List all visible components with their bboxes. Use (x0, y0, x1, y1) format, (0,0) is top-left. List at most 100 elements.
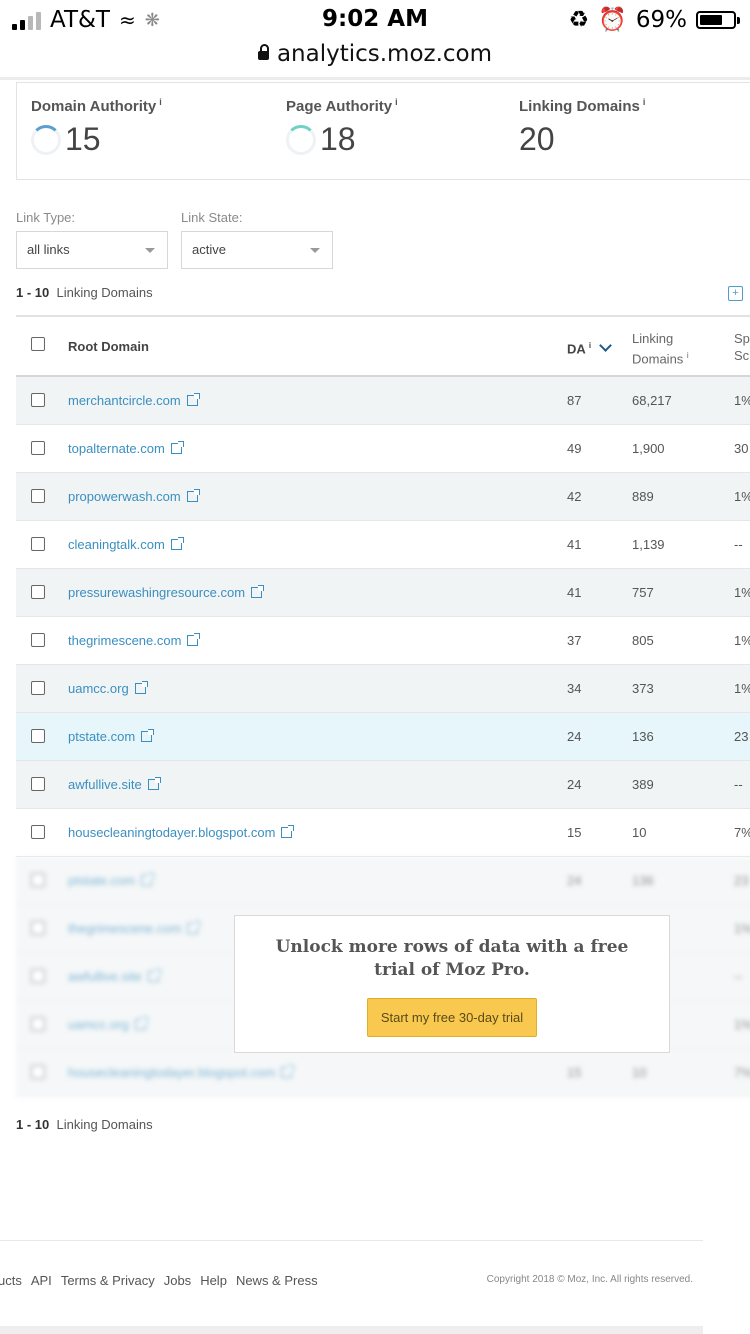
footer-link[interactable]: API (31, 1273, 52, 1288)
table-row[interactable]: ptstate.com 24 136 23 (16, 713, 750, 761)
table-header: Root Domain DA i Linking Domains i Sp Sc (16, 315, 750, 377)
external-link-icon[interactable] (141, 729, 155, 742)
toolbar-shadow (0, 77, 750, 80)
row-checkbox[interactable] (31, 969, 45, 983)
domain-link[interactable]: thegrimescene.com (68, 633, 201, 648)
header-spam-score[interactable]: Sp Sc (734, 330, 750, 364)
row-checkbox[interactable] (31, 777, 45, 791)
info-icon[interactable]: i (643, 97, 646, 107)
info-icon[interactable]: i (589, 341, 591, 350)
row-checkbox[interactable] (31, 873, 45, 887)
domain-link[interactable]: uamcc.org (68, 681, 148, 696)
domain-link[interactable]: uamcc.org (68, 1017, 148, 1032)
external-link-icon[interactable] (186, 393, 200, 406)
domain-text: merchantcircle.com (68, 393, 181, 408)
footer-link[interactable]: Jobs (164, 1273, 191, 1288)
row-checkbox[interactable] (31, 633, 45, 647)
domain-link[interactable]: ptstate.com (68, 873, 155, 888)
header-root-domain[interactable]: Root Domain (68, 339, 149, 354)
url-bar[interactable]: analytics.moz.com (0, 38, 750, 78)
external-link-icon[interactable] (134, 681, 148, 694)
external-link-icon[interactable] (170, 441, 184, 454)
domain-link[interactable]: housecleaningtodayer.blogspot.com (68, 825, 295, 840)
table-row[interactable]: housecleaningtodayer.blogspot.com 15 10 7% (16, 809, 750, 857)
row-checkbox[interactable] (31, 825, 45, 839)
spam-score-value: 7% (734, 1065, 750, 1080)
start-trial-button[interactable]: Start my free 30-day trial (366, 998, 538, 1037)
external-link-icon[interactable] (147, 969, 161, 982)
metric-label: Domain Authority (31, 98, 157, 115)
spam-score-value: -- (734, 969, 743, 984)
sort-desc-icon[interactable] (599, 339, 613, 353)
table-row[interactable]: cleaningtalk.com 41 1,139 -- (16, 521, 750, 569)
row-checkbox[interactable] (31, 489, 45, 503)
table-row[interactable]: pressurewashingresource.com 41 757 1% (16, 569, 750, 617)
battery-icon (696, 10, 740, 29)
da-value: 42 (567, 489, 582, 504)
table-row[interactable]: merchantcircle.com 87 68,217 1% (16, 377, 750, 425)
da-value: 41 (567, 537, 582, 552)
domain-link[interactable]: propowerwash.com (68, 489, 200, 504)
external-link-icon[interactable] (281, 1065, 295, 1078)
row-checkbox[interactable] (31, 585, 45, 599)
header-da[interactable]: DA i (567, 339, 613, 356)
row-checkbox[interactable] (31, 1017, 45, 1031)
spam-score-value: -- (734, 777, 743, 792)
lock-icon (257, 44, 269, 60)
external-link-icon[interactable] (187, 633, 201, 646)
domain-link[interactable]: housecleaningtodayer.blogspot.com (68, 1065, 295, 1080)
external-link-icon[interactable] (186, 489, 200, 502)
row-checkbox[interactable] (31, 537, 45, 551)
row-checkbox[interactable] (31, 393, 45, 407)
domain-link[interactable]: cleaningtalk.com (68, 537, 184, 552)
row-checkbox[interactable] (31, 441, 45, 455)
footer-link[interactable]: Terms & Privacy (61, 1273, 155, 1288)
spam-score-value: 1% (734, 585, 750, 600)
domain-link[interactable]: pressurewashingresource.com (68, 585, 265, 600)
info-icon[interactable]: i (159, 97, 162, 107)
domain-link[interactable]: awfullive.site (68, 777, 161, 792)
domain-link[interactable]: awfullive.site (68, 969, 161, 984)
domain-link[interactable]: merchantcircle.com (68, 393, 200, 408)
external-link-icon[interactable] (170, 537, 184, 550)
select-all-checkbox[interactable] (31, 337, 45, 351)
add-icon[interactable]: + (728, 286, 743, 301)
info-icon[interactable]: i (395, 97, 398, 107)
da-value: 15 (567, 825, 582, 840)
footer-link[interactable]: Help (200, 1273, 227, 1288)
table-row[interactable]: housecleaningtodayer.blogspot.com 15 10 7% (16, 1049, 750, 1097)
external-link-icon[interactable] (134, 1017, 148, 1030)
domain-link[interactable]: thegrimescene.com (68, 921, 201, 936)
domain-text: ptstate.com (68, 729, 136, 744)
row-checkbox[interactable] (31, 729, 45, 743)
external-link-icon[interactable] (251, 585, 265, 598)
external-link-icon[interactable] (147, 777, 161, 790)
copyright: Copyright 2018 © Moz, Inc. All rights re… (486, 1274, 693, 1285)
info-icon[interactable]: i (687, 351, 689, 360)
caret-down-icon (145, 248, 155, 253)
da-value: 24 (567, 873, 582, 888)
da-value: 24 (567, 729, 582, 744)
linking-domains-value: 389 (632, 777, 654, 792)
footer-link[interactable]: ucts (0, 1273, 22, 1288)
link-type-select[interactable]: all links (16, 231, 168, 269)
table-row[interactable]: topalternate.com 49 1,900 30 (16, 425, 750, 473)
external-link-icon[interactable] (281, 825, 295, 838)
table-row[interactable]: propowerwash.com 42 889 1% (16, 473, 750, 521)
spam-score-value: 1% (734, 921, 750, 936)
external-link-icon[interactable] (187, 921, 201, 934)
table-row[interactable]: uamcc.org 34 373 1% (16, 665, 750, 713)
header-linking-domains[interactable]: Linking Domains i (632, 330, 689, 367)
row-checkbox[interactable] (31, 921, 45, 935)
linking-domains-value: 757 (632, 585, 654, 600)
footer-link[interactable]: News & Press (236, 1273, 318, 1288)
external-link-icon[interactable] (141, 873, 155, 886)
row-checkbox[interactable] (31, 681, 45, 695)
row-checkbox[interactable] (31, 1065, 45, 1079)
table-row[interactable]: ptstate.com 24 136 23 (16, 857, 750, 905)
table-row[interactable]: awfullive.site 24 389 -- (16, 761, 750, 809)
link-state-select[interactable]: active (181, 231, 333, 269)
domain-link[interactable]: ptstate.com (68, 729, 155, 744)
domain-link[interactable]: topalternate.com (68, 441, 184, 456)
table-row[interactable]: thegrimescene.com 37 805 1% (16, 617, 750, 665)
